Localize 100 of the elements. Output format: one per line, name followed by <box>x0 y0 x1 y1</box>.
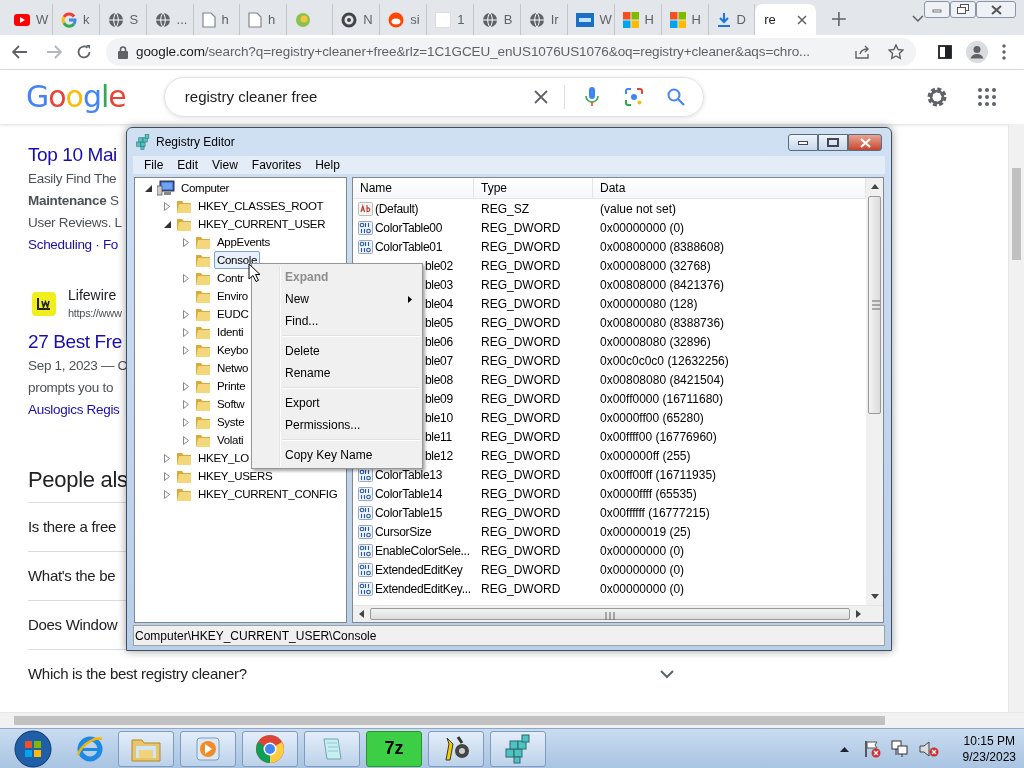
scrollbar[interactable] <box>353 605 883 622</box>
tree-item[interactable]: Softw <box>214 395 248 413</box>
expand-arrow-icon[interactable] <box>183 345 189 355</box>
scrollbar[interactable] <box>0 712 1024 728</box>
star-icon[interactable] <box>888 44 904 60</box>
side-panel-icon[interactable] <box>938 45 952 59</box>
question-text[interactable]: Does Window <box>28 613 118 637</box>
tree-item[interactable]: HKEY_CLASSES_ROOT <box>195 197 327 215</box>
menu-item[interactable]: Rename <box>252 362 422 384</box>
chevron-down-icon[interactable] <box>660 669 674 679</box>
question-text[interactable]: Is there a free <box>28 515 117 539</box>
network-icon[interactable] <box>890 739 909 758</box>
tree-item[interactable]: HKEY_CURRENT_USER <box>195 215 329 233</box>
scroll-thumb[interactable] <box>1012 168 1021 260</box>
google-logo[interactable]: Google <box>26 80 126 114</box>
menu-item[interactable]: Help <box>309 156 346 174</box>
scrollbar[interactable] <box>866 178 883 605</box>
menu-item[interactable]: Delete <box>252 340 422 362</box>
taskbar-button[interactable] <box>242 730 298 767</box>
menu-item[interactable]: Edit <box>171 156 205 174</box>
tree-item[interactable]: Computer <box>178 179 233 197</box>
value-name[interactable]: ble10 <box>425 408 453 427</box>
expand-arrow-icon[interactable] <box>164 453 170 463</box>
scroll-left-icon[interactable] <box>359 610 364 618</box>
value-name[interactable]: (Default) <box>375 199 419 218</box>
expand-arrow-icon[interactable] <box>183 435 189 445</box>
value-name[interactable]: ExtendedEditKey... <box>375 579 471 598</box>
value-name[interactable]: ble03 <box>425 275 453 294</box>
menu-item[interactable]: View <box>206 156 244 174</box>
result-links[interactable]: Scheduling · Fo <box>28 234 119 256</box>
clear-icon[interactable] <box>533 90 548 104</box>
expand-arrow-icon[interactable] <box>183 399 189 409</box>
restore-button[interactable] <box>950 1 977 18</box>
close-icon[interactable] <box>797 14 808 25</box>
reload-icon[interactable] <box>76 44 92 60</box>
minimize-button[interactable] <box>788 134 818 151</box>
close-button[interactable] <box>976 1 1017 18</box>
value-name[interactable]: ble09 <box>425 389 453 408</box>
result-title[interactable]: 27 Best Fre <box>28 329 122 355</box>
muted-speaker-icon[interactable] <box>918 739 939 758</box>
scroll-thumb[interactable] <box>868 196 881 414</box>
flag-icon[interactable] <box>862 739 881 758</box>
expand-arrow-icon[interactable] <box>164 489 170 499</box>
clock-date[interactable]: 9/23/2023 <box>962 748 1016 765</box>
menu-icon[interactable] <box>1002 44 1006 60</box>
question-text[interactable]: What's the be <box>28 564 116 588</box>
tree-item[interactable]: Keybo <box>214 341 252 359</box>
value-name[interactable]: ble02 <box>425 256 453 275</box>
forward-icon[interactable] <box>46 45 62 59</box>
clock-time[interactable]: 10:15 PM <box>963 732 1015 749</box>
tree-item[interactable]: Syste <box>214 413 248 431</box>
tree-item[interactable]: Enviro <box>214 287 251 305</box>
share-icon[interactable] <box>855 45 870 59</box>
new-tab-icon[interactable] <box>832 12 847 26</box>
tree-item[interactable]: HKEY_USERS <box>195 467 276 485</box>
scroll-up-icon[interactable] <box>870 184 879 189</box>
taskbar-button[interactable] <box>428 730 484 767</box>
value-name[interactable]: ColorTable01 <box>375 237 443 256</box>
result-links[interactable]: Auslogics Regis <box>28 399 120 421</box>
tree-item[interactable]: EUDC <box>214 305 252 323</box>
value-name[interactable]: ble05 <box>425 313 453 332</box>
lock-icon[interactable] <box>118 45 128 59</box>
browser-tab[interactable]: re <box>755 4 817 35</box>
column-header[interactable]: Name <box>353 178 474 198</box>
tree-item[interactable]: HKEY_LO <box>195 449 252 467</box>
expand-arrow-icon[interactable] <box>183 273 189 283</box>
site-url[interactable]: https://www <box>68 304 122 322</box>
settings-icon[interactable] <box>926 86 948 108</box>
microphone-icon[interactable] <box>584 87 599 107</box>
tree-item[interactable]: Identi <box>214 323 247 341</box>
value-name[interactable]: ble07 <box>425 351 453 370</box>
tree-item[interactable]: Console <box>214 251 261 269</box>
taskbar-button[interactable] <box>490 730 546 767</box>
tree-item[interactable]: Netwo <box>214 359 252 377</box>
camera-search-icon[interactable] <box>624 88 643 106</box>
value-name[interactable]: ble04 <box>425 294 453 313</box>
tree-item[interactable]: Printe <box>214 377 249 395</box>
menu-item[interactable]: File <box>138 156 170 174</box>
menu-item[interactable]: Permissions... <box>252 414 422 436</box>
menu-item[interactable]: Copy Key Name <box>252 444 422 466</box>
back-icon[interactable] <box>12 45 28 59</box>
maximize-button[interactable] <box>818 134 848 151</box>
expand-arrow-icon[interactable] <box>183 237 189 247</box>
tree-item[interactable]: HKEY_CURRENT_CONFIG <box>195 485 341 503</box>
menu-item[interactable]: Favorites <box>245 156 308 174</box>
show-hidden-icons-icon[interactable] <box>839 745 849 752</box>
value-name[interactable]: ble12 <box>425 446 453 465</box>
question-text[interactable]: Which is the best registry cleaner? <box>28 662 247 686</box>
expand-arrow-icon[interactable] <box>183 381 189 391</box>
menu-item[interactable]: Find... <box>252 310 422 332</box>
value-name[interactable]: ColorTable15 <box>375 503 443 522</box>
expand-arrow-icon[interactable] <box>183 417 189 427</box>
apps-grid-icon[interactable] <box>978 88 996 106</box>
value-name[interactable]: ColorTable14 <box>375 484 443 503</box>
value-name[interactable]: ExtendedEditKey <box>375 560 463 579</box>
value-name[interactable]: ble06 <box>425 332 453 351</box>
menu-item[interactable]: Export <box>252 392 422 414</box>
tree-item[interactable]: Volati <box>214 431 247 449</box>
value-name[interactable]: ColorTable00 <box>375 218 443 237</box>
value-name[interactable]: EnableColorSele... <box>375 541 470 560</box>
